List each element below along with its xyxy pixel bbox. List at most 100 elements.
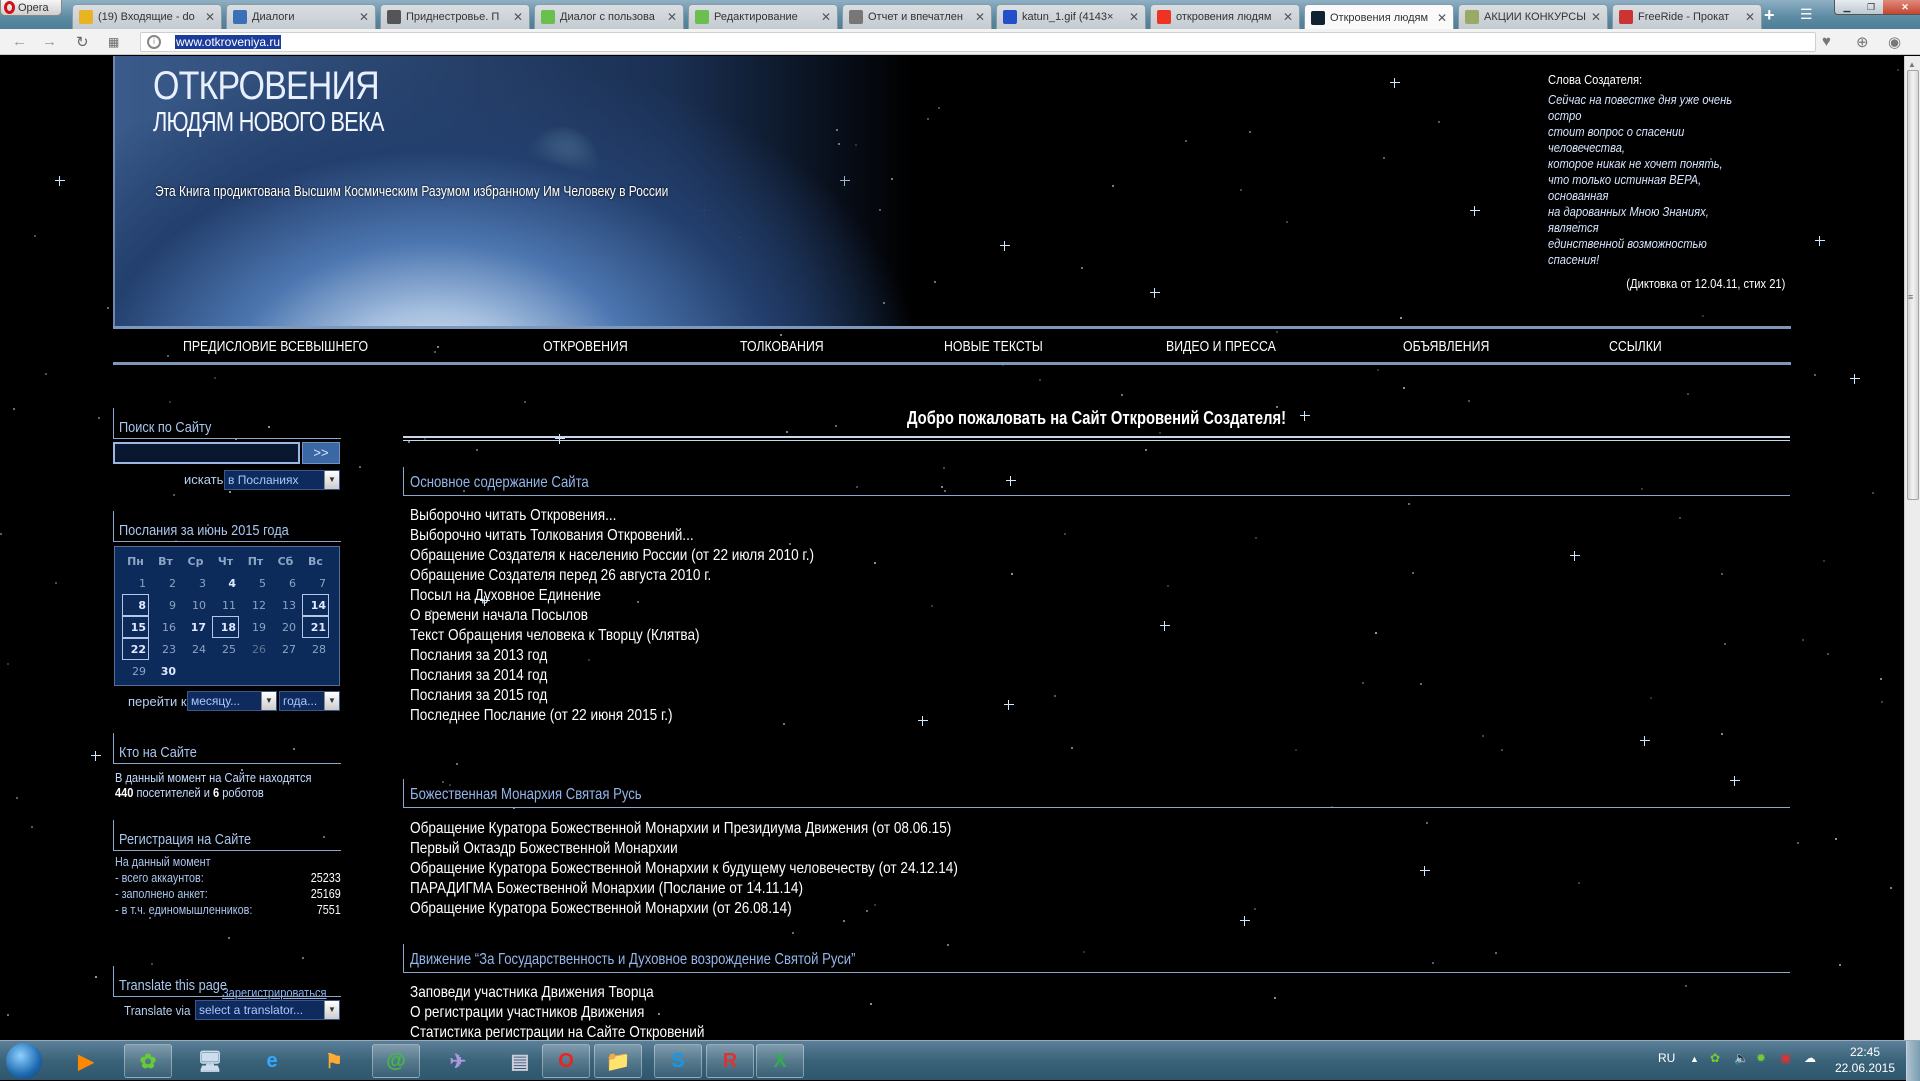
maps-icon[interactable]: ⚑ bbox=[310, 1044, 358, 1078]
remote-desktop-icon[interactable]: 🖥 bbox=[186, 1044, 234, 1078]
url-input[interactable]: i www.otkroveniya.ru bbox=[140, 32, 1816, 52]
calendar-day[interactable]: 30 bbox=[152, 660, 179, 682]
translator-select[interactable]: select a translator... ▼ bbox=[195, 1000, 340, 1020]
site-search-input[interactable] bbox=[113, 442, 300, 464]
content-link[interactable]: Послания за 2014 год bbox=[410, 666, 814, 686]
nav-item-announcements[interactable]: ОБЪЯВЛЕНИЯ bbox=[1403, 338, 1489, 355]
bird-app-icon[interactable]: ✈ bbox=[434, 1044, 482, 1078]
maximize-button[interactable]: ❐ bbox=[1859, 0, 1883, 14]
search-submit-button[interactable]: >> bbox=[302, 442, 340, 464]
excel-icon[interactable]: X bbox=[756, 1044, 804, 1078]
network-warning-icon[interactable]: ▣ bbox=[1780, 1051, 1791, 1065]
mail-agent-icon[interactable]: @ bbox=[372, 1044, 420, 1078]
download-icon[interactable]: ⊕ bbox=[1856, 33, 1869, 51]
content-link[interactable]: О времени начала Посылов bbox=[410, 606, 814, 626]
volume-icon[interactable]: 🔈 bbox=[1734, 1051, 1749, 1065]
month-select[interactable]: месяцу... ▼ bbox=[187, 691, 277, 711]
system-clock[interactable]: 22:45 22.06.2015 bbox=[1830, 1044, 1900, 1076]
file-explorer-icon[interactable]: 📁 bbox=[594, 1044, 642, 1078]
media-player-icon[interactable]: ▶ bbox=[62, 1044, 110, 1078]
antivirus-icon[interactable]: ✹ bbox=[1756, 1051, 1766, 1065]
reload-icon[interactable]: ↻ bbox=[76, 33, 89, 51]
content-link[interactable]: Последнее Послание (от 22 июня 2015 г.) bbox=[410, 706, 814, 726]
year-select[interactable]: года... ▼ bbox=[279, 691, 340, 711]
content-link[interactable]: Обращение Создателя перед 26 августа 201… bbox=[410, 566, 814, 586]
close-tab-icon[interactable]: ✕ bbox=[1591, 10, 1601, 24]
close-tab-icon[interactable]: ✕ bbox=[821, 10, 831, 24]
back-icon[interactable]: ← bbox=[12, 33, 27, 50]
close-tab-icon[interactable]: ✕ bbox=[975, 10, 985, 24]
nav-item-new-texts[interactable]: НОВЫЕ ТЕКСТЫ bbox=[944, 338, 1043, 355]
calendar-day[interactable]: 4 bbox=[212, 572, 239, 594]
browser-tab[interactable]: Откровения людям ✕ bbox=[1304, 4, 1454, 30]
content-link[interactable]: Послания за 2013 год bbox=[410, 646, 814, 666]
content-link[interactable]: Текст Обращения человека к Творцу (Клятв… bbox=[410, 626, 814, 646]
calendar-day[interactable]: 15 bbox=[122, 616, 149, 638]
content-link[interactable]: Посыл на Духовное Единение bbox=[410, 586, 814, 606]
browser-tab[interactable]: katun_1.gif (4143× ✕ bbox=[996, 4, 1146, 29]
close-tab-icon[interactable]: ✕ bbox=[205, 10, 215, 24]
show-desktop-button[interactable] bbox=[1906, 1041, 1920, 1081]
tab-menu-icon[interactable]: ☰ bbox=[1800, 6, 1813, 23]
new-tab-button[interactable]: + bbox=[1764, 5, 1775, 26]
icq-icon[interactable]: ✿ bbox=[124, 1044, 172, 1078]
speed-dial-icon[interactable]: ▦ bbox=[108, 35, 119, 49]
calendar-day[interactable]: 17 bbox=[182, 616, 209, 638]
calendar-day[interactable]: 8 bbox=[122, 594, 149, 616]
start-button[interactable] bbox=[6, 1043, 42, 1079]
content-link[interactable]: Выборочно читать Толкования Откровений..… bbox=[410, 526, 814, 546]
sync-icon[interactable]: ☁ bbox=[1804, 1051, 1816, 1065]
close-window-button[interactable]: ✕ bbox=[1883, 0, 1920, 14]
site-info-icon[interactable]: i bbox=[147, 35, 161, 49]
close-tab-icon[interactable]: ✕ bbox=[359, 10, 369, 24]
browser-tab[interactable]: откровения людям ✕ bbox=[1150, 4, 1300, 29]
nav-item-revelations[interactable]: ОТКРОВЕНИЯ bbox=[543, 338, 628, 355]
close-tab-icon[interactable]: ✕ bbox=[667, 10, 677, 24]
vertical-scrollbar[interactable]: ▲ ≡ bbox=[1904, 56, 1920, 1040]
content-link[interactable]: Статистика регистрации на Сайте Откровен… bbox=[410, 1023, 888, 1040]
calendar-day[interactable]: 22 bbox=[122, 638, 149, 660]
content-link[interactable]: Послания за 2015 год bbox=[410, 686, 814, 706]
calendar-day[interactable]: 21 bbox=[302, 616, 329, 638]
content-link[interactable]: Первый Октаэдр Божественной Монархии bbox=[410, 839, 958, 859]
internet-explorer-icon[interactable]: e bbox=[248, 1044, 296, 1078]
scrollbar-thumb[interactable] bbox=[1907, 70, 1919, 500]
content-link[interactable]: Обращение Куратора Божественной Монархии… bbox=[410, 859, 958, 879]
browser-tab[interactable]: Отчет и впечатлен ✕ bbox=[842, 4, 992, 29]
browser-tab[interactable]: Приднестровье. П ✕ bbox=[380, 4, 530, 29]
search-scope-select[interactable]: в Посланиях ▼ bbox=[224, 470, 340, 490]
nav-item-preface[interactable]: ПРЕДИСЛОВИЕ ВСЕВЫШНЕГО bbox=[183, 338, 368, 355]
content-link[interactable]: Выборочно читать Откровения... bbox=[410, 506, 814, 526]
tray-expand-icon[interactable]: ▲ bbox=[1690, 1054, 1699, 1064]
scroll-up-icon[interactable]: ▲ bbox=[1908, 60, 1916, 69]
browser-tab[interactable]: (19) Входящие - do ✕ bbox=[72, 4, 222, 29]
close-tab-icon[interactable]: ✕ bbox=[513, 10, 523, 24]
close-tab-icon[interactable]: ✕ bbox=[1437, 11, 1447, 25]
browser-tab[interactable]: АКЦИИ КОНКУРСЫ ✕ bbox=[1458, 4, 1608, 29]
forward-icon[interactable]: → bbox=[42, 33, 57, 50]
content-link[interactable]: Обращение Создателя к населению России (… bbox=[410, 546, 814, 566]
language-indicator[interactable]: RU bbox=[1658, 1051, 1675, 1065]
content-link[interactable]: ПАРАДИГМА Божественной Монархии (Послани… bbox=[410, 879, 958, 899]
close-tab-icon[interactable]: ✕ bbox=[1129, 10, 1139, 24]
content-link[interactable]: Обращение Куратора Божественной Монархии… bbox=[410, 899, 958, 919]
nav-item-links[interactable]: ССЫЛКИ bbox=[1609, 338, 1662, 355]
content-link[interactable]: Обращение Куратора Божественной Монархии… bbox=[410, 819, 958, 839]
browser-tab[interactable]: FreeRide - Прокат ✕ bbox=[1612, 4, 1762, 29]
skype-icon[interactable]: S bbox=[654, 1044, 702, 1078]
content-link[interactable]: О регистрации участников Движения bbox=[410, 1003, 888, 1023]
browser-tab[interactable]: Редактирование ✕ bbox=[688, 4, 838, 29]
opera-menu-button[interactable]: Opera bbox=[0, 0, 62, 16]
icq-tray-icon[interactable]: ✿ bbox=[1710, 1051, 1720, 1065]
content-link[interactable]: Заповеди участника Движения Творца bbox=[410, 983, 888, 1003]
opera-icon[interactable]: O bbox=[542, 1044, 590, 1078]
calendar-day[interactable]: 14 bbox=[302, 594, 329, 616]
r-app-icon[interactable]: R bbox=[706, 1044, 754, 1078]
close-tab-icon[interactable]: ✕ bbox=[1745, 10, 1755, 24]
browser-tab[interactable]: Диалоги ✕ bbox=[226, 4, 376, 29]
close-tab-icon[interactable]: ✕ bbox=[1283, 10, 1293, 24]
account-icon[interactable]: ◉ bbox=[1888, 33, 1901, 51]
heart-icon[interactable]: ♥ bbox=[1822, 33, 1831, 50]
nav-item-interpretations[interactable]: ТОЛКОВАНИЯ bbox=[740, 338, 824, 355]
calendar-day[interactable]: 18 bbox=[212, 616, 239, 638]
